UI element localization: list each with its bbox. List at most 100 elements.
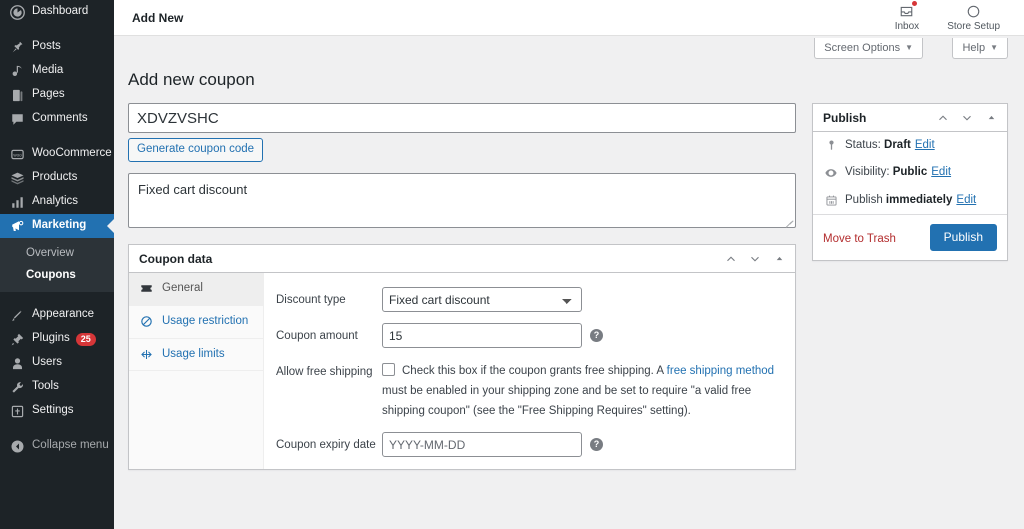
- coupon-description-wrap: Fixed cart discount: [128, 173, 796, 229]
- sidebar-item-label: Dashboard: [32, 5, 89, 18]
- screen-meta-links: Screen Options ▼ Help ▼: [114, 36, 1024, 61]
- submenu-item-overview[interactable]: Overview: [0, 242, 114, 264]
- main-column: Generate coupon code Fixed cart discount…: [128, 103, 796, 471]
- eye-icon: [823, 166, 839, 180]
- visibility-label: Visibility:: [845, 166, 890, 179]
- publish-header: Publish: [813, 104, 1007, 133]
- admin-sidebar: Dashboard Posts Media Pages Comments woo…: [0, 0, 114, 529]
- allow-free-shipping-label: Allow free shipping: [276, 366, 373, 379]
- sidebar-item-marketing[interactable]: Marketing: [0, 214, 114, 238]
- inbox-icon: [899, 1, 918, 20]
- publish-title: Publish: [823, 110, 867, 125]
- panel-handle-actions: [719, 247, 791, 271]
- sidebar-item-label: Analytics: [32, 195, 79, 208]
- sidebar-item-label: Posts: [32, 40, 61, 53]
- plugins-icon: [9, 331, 25, 347]
- discount-type-label: Discount type: [276, 294, 346, 307]
- inbox-unread-dot: [912, 1, 918, 6]
- toggle-panel-icon[interactable]: [767, 247, 791, 271]
- coupon-data-panel: Coupon data General Usage restriction Us…: [128, 244, 796, 471]
- pin-status-icon: [823, 139, 839, 152]
- textarea-resize-handle[interactable]: [784, 216, 794, 226]
- sidebar-item-products[interactable]: Products: [0, 166, 114, 190]
- schedule-label: Publish: [845, 193, 883, 206]
- sidebar-item-label: Users: [32, 356, 63, 369]
- store-setup-button[interactable]: Store Setup: [933, 0, 1014, 32]
- sidebar-item-analytics[interactable]: Analytics: [0, 190, 114, 214]
- sidebar-item-dashboard[interactable]: Dashboard: [0, 0, 114, 24]
- users-icon: [9, 355, 25, 371]
- status-value: Draft: [884, 139, 911, 152]
- generate-coupon-code-button[interactable]: Generate coupon code: [128, 138, 264, 163]
- free-shipping-checkbox[interactable]: [382, 363, 395, 377]
- edit-visibility-link[interactable]: Edit: [931, 164, 951, 181]
- coupon-data-header: Coupon data: [129, 245, 795, 274]
- page-tab-label: Add New: [132, 10, 184, 25]
- help-tip-icon[interactable]: ?: [590, 438, 603, 452]
- sidebar-item-label: Media: [32, 64, 64, 77]
- screen-options-button[interactable]: Screen Options ▼: [814, 38, 923, 59]
- discount-type-select[interactable]: Fixed cart discount: [382, 287, 582, 313]
- sidebar-item-posts[interactable]: Posts: [0, 35, 114, 59]
- tab-general[interactable]: General: [129, 273, 263, 306]
- pin-icon: [9, 39, 25, 55]
- sidebar-item-media[interactable]: Media: [0, 59, 114, 83]
- chevron-down-icon: ▼: [905, 43, 913, 52]
- help-tip-icon[interactable]: ?: [590, 329, 603, 343]
- sidebar-item-label: Plugins: [32, 332, 70, 345]
- tab-usage-restriction[interactable]: Usage restriction: [129, 306, 263, 339]
- sidebar-item-woocommerce[interactable]: woo WooCommerce: [0, 142, 114, 166]
- sidebar-item-plugins[interactable]: Plugins 25: [0, 327, 114, 351]
- analytics-icon: [9, 194, 25, 210]
- megaphone-icon: [9, 218, 25, 234]
- comment-icon: [9, 111, 25, 127]
- publish-button[interactable]: Publish: [929, 223, 997, 252]
- media-icon: [9, 63, 25, 79]
- woocommerce-icon: woo: [9, 146, 25, 162]
- coupon-expiry-input[interactable]: [382, 432, 582, 458]
- move-up-icon[interactable]: [719, 247, 743, 271]
- toggle-panel-icon[interactable]: [979, 106, 1003, 130]
- move-up-icon[interactable]: [931, 106, 955, 130]
- sidebar-item-label: Collapse menu: [32, 439, 109, 452]
- move-to-trash-link[interactable]: Move to Trash: [823, 233, 896, 245]
- columns: Generate coupon code Fixed cart discount…: [128, 103, 1008, 471]
- sidebar-item-comments[interactable]: Comments: [0, 107, 114, 131]
- collapse-icon: [9, 438, 25, 454]
- coupon-code-input[interactable]: [128, 103, 796, 134]
- visibility-value: Public: [892, 166, 928, 179]
- free-shipping-text-1: Check this box if the coupon grants free…: [402, 365, 667, 378]
- inbox-button[interactable]: Inbox: [881, 0, 933, 32]
- sidebar-item-appearance[interactable]: Appearance: [0, 303, 114, 327]
- sidebar-item-label: Pages: [32, 88, 65, 101]
- sidebar-item-users[interactable]: Users: [0, 351, 114, 375]
- move-down-icon[interactable]: [743, 247, 767, 271]
- sidebar-item-label: Comments: [32, 112, 88, 125]
- plugins-update-badge: 25: [75, 332, 96, 346]
- coupon-description-textarea[interactable]: Fixed cart discount: [129, 174, 795, 228]
- free-shipping-method-link[interactable]: free shipping method: [667, 365, 774, 377]
- coupon-expiry-label: Coupon expiry date: [276, 439, 376, 452]
- coupon-data-tabs: General Usage restriction Usage limits: [129, 273, 264, 470]
- free-shipping-description: Check this box if the coupon grants free…: [382, 359, 783, 421]
- content-area: Add New Inbox Store Setup Screen Options…: [114, 0, 1024, 529]
- store-setup-label: Store Setup: [947, 21, 1000, 32]
- marketing-submenu: Overview Coupons: [0, 238, 114, 292]
- sidebar-item-collapse-menu[interactable]: Collapse menu: [0, 434, 114, 458]
- page-title: Add new coupon: [128, 70, 255, 89]
- submenu-item-coupons[interactable]: Coupons: [0, 264, 114, 286]
- help-button[interactable]: Help ▼: [952, 38, 1008, 59]
- tab-usage-limits[interactable]: Usage limits: [129, 339, 263, 372]
- topbar-actions: Inbox Store Setup: [881, 0, 1014, 36]
- sidebar-item-settings[interactable]: Settings: [0, 399, 114, 423]
- move-down-icon[interactable]: [955, 106, 979, 130]
- coupon-code-field-wrap: Generate coupon code: [128, 103, 796, 163]
- svg-text:woo: woo: [13, 152, 22, 157]
- sidebar-item-pages[interactable]: Pages: [0, 83, 114, 107]
- products-icon: [9, 170, 25, 186]
- sidebar-item-tools[interactable]: Tools: [0, 375, 114, 399]
- coupon-amount-input[interactable]: [382, 323, 582, 349]
- discount-type-field: Discount type Fixed cart discount: [276, 282, 783, 318]
- edit-status-link[interactable]: Edit: [915, 137, 935, 154]
- edit-schedule-link[interactable]: Edit: [956, 192, 976, 209]
